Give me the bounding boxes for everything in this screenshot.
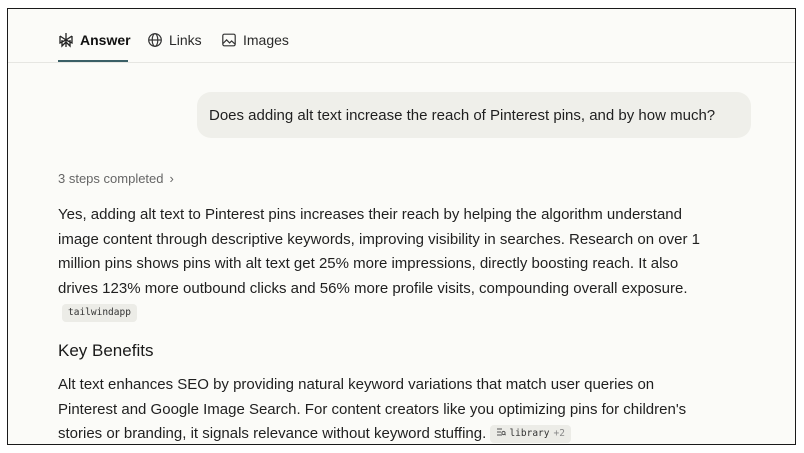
section-line: Pinterest and Google Image Search. For c… (58, 400, 687, 418)
tab-bar: Answer Links Images (8, 9, 795, 63)
library-citation-chip[interactable]: library +2 (490, 425, 571, 444)
answer-line: drives 123% more outbound clicks and 56%… (58, 279, 688, 297)
app-window: Answer Links Images Does adding alt text… (7, 8, 796, 445)
chevron-right-icon: › (169, 171, 174, 186)
tab-images-label: Images (243, 32, 289, 48)
active-tab-indicator (58, 60, 128, 62)
section-line-text: stories or branding, it signals relevanc… (58, 425, 487, 442)
image-icon (221, 32, 237, 48)
tab-answer[interactable]: Answer (58, 29, 131, 51)
steps-completed-toggle[interactable]: 3 steps completed › (58, 171, 174, 186)
library-icon (497, 428, 507, 436)
library-chip-label: library (509, 428, 550, 440)
answer-line: million pins shows pins with alt text ge… (58, 255, 679, 272)
section-line-with-citation: stories or branding, it signals relevanc… (58, 422, 778, 444)
section-line: Alt text enhances SEO by providing natur… (58, 376, 655, 393)
perplexity-icon (58, 32, 74, 48)
library-chip-count: +2 (553, 428, 565, 440)
tab-answer-label: Answer (80, 32, 131, 48)
answer-paragraph: Yes, adding alt text to Pinterest pins i… (58, 203, 758, 301)
source-citation-chip[interactable]: tailwindapp (62, 304, 137, 322)
user-query-bubble: Does adding alt text increase the reach … (197, 92, 751, 138)
citation-row: tailwindapp (62, 304, 137, 322)
section-heading: Key Benefits (58, 341, 154, 360)
section-paragraph: Alt text enhances SEO by providing natur… (58, 373, 778, 444)
answer-line: Yes, adding alt text to Pinterest pins i… (58, 206, 682, 223)
tab-images[interactable]: Images (221, 29, 289, 51)
steps-label: 3 steps completed (58, 171, 164, 186)
tab-links-label: Links (169, 32, 202, 48)
globe-icon (147, 32, 163, 48)
tab-links[interactable]: Links (147, 29, 202, 51)
answer-line: image content through descriptive keywor… (58, 230, 700, 248)
